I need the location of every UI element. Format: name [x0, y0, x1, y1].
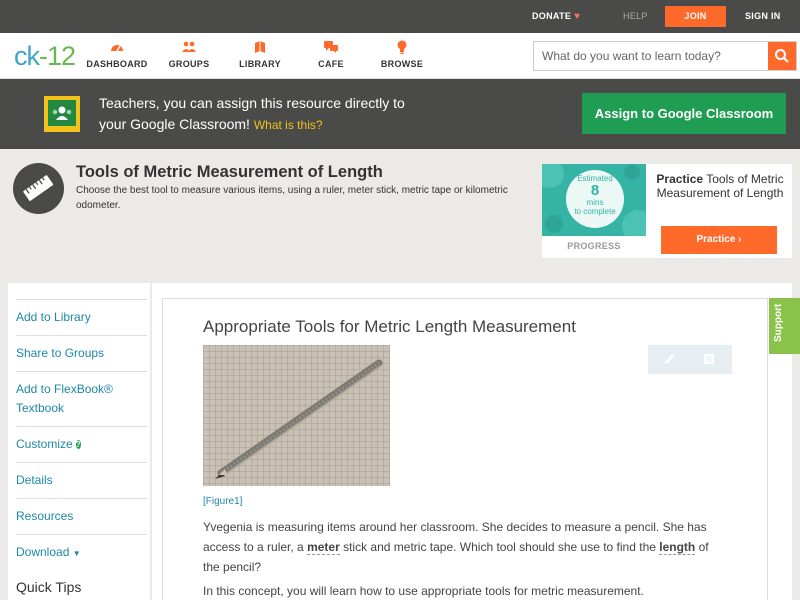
support-tab[interactable]: Support [769, 298, 800, 354]
what-is-this-link[interactable]: What is this? [254, 118, 323, 132]
caret-down-icon: ▼ [72, 549, 81, 558]
chat-icon [324, 41, 338, 53]
lesson-heading: Appropriate Tools for Metric Length Meas… [203, 317, 576, 336]
pencil-icon[interactable] [662, 352, 676, 366]
nav-dashboard[interactable]: DASHBOARD [82, 40, 152, 69]
ck12-logo[interactable]: ck-12 [14, 41, 76, 71]
gauge-icon [111, 45, 123, 52]
google-classroom-banner: Teachers, you can assign this resource d… [0, 79, 800, 149]
search-input[interactable] [534, 42, 768, 70]
lesson-paragraph: Yvegenia is measuring items around her c… [203, 520, 709, 574]
progress-label: PROGRESS [567, 241, 621, 251]
help-link[interactable]: HELP [623, 0, 648, 33]
progress-tile: Estimated 8 mins to complete PROGRESS [542, 164, 646, 258]
term-meter[interactable]: meter [307, 540, 340, 555]
donate-link[interactable]: DONATE ♥ [532, 0, 580, 33]
people-icon [182, 41, 196, 52]
assign-to-google-classroom-button[interactable]: Assign to Google Classroom [582, 93, 786, 134]
concept-header: Tools of Metric Measurement of Length Ch… [0, 149, 800, 269]
google-classroom-icon [44, 96, 80, 132]
sidebar-resources[interactable]: Resources [16, 498, 147, 534]
quick-tips-heading: Quick Tips [16, 579, 82, 595]
lesson-card: Appropriate Tools for Metric Length Meas… [162, 298, 768, 600]
notes-icon[interactable] [702, 352, 716, 366]
concept-description: Choose the best tool to measure various … [76, 185, 508, 211]
nav-browse[interactable]: BROWSE [367, 40, 437, 69]
ruler-icon [13, 163, 64, 214]
concept-title: Tools of Metric Measurement of Length [76, 163, 383, 181]
sidebar-add-to-library[interactable]: Add to Library [16, 299, 147, 335]
classroom-message: Teachers, you can assign this resource d… [99, 95, 405, 132]
sidebar-download[interactable]: Download ▼ [16, 534, 147, 570]
help-icon[interactable]: ? [75, 440, 81, 449]
main-content: Appropriate Tools for Metric Length Meas… [152, 283, 792, 600]
sidebar-share-to-groups[interactable]: Share to Groups [16, 335, 147, 371]
estimated-time: Estimated 8 mins to complete [574, 174, 616, 216]
search-button[interactable] [768, 42, 796, 70]
practice-panel: Estimated 8 mins to complete PROGRESS Pr… [542, 164, 792, 258]
lesson-intro: In this concept, you will learn how to u… [203, 584, 644, 598]
nav-groups[interactable]: GROUPS [154, 40, 224, 69]
pencil-on-graph-paper-image[interactable] [203, 345, 390, 486]
sidebar-customize[interactable]: Customize? [16, 426, 147, 462]
lightbulb-icon [397, 40, 407, 54]
search-icon [775, 49, 789, 63]
join-button[interactable]: JOIN [665, 6, 726, 27]
sign-in-link[interactable]: SIGN IN [745, 0, 781, 33]
figure-caption[interactable]: [Figure1] [203, 496, 242, 507]
sidebar: Add to Library Share to Groups Add to Fl… [8, 283, 150, 600]
sidebar-details[interactable]: Details [16, 462, 147, 498]
main-nav: ck-12 DASHBOARD GROUPS LIBRARY CAFE BROW… [0, 33, 800, 79]
search-box [533, 41, 797, 71]
practice-button[interactable]: Practice › [661, 226, 777, 254]
term-length[interactable]: length [659, 540, 696, 555]
heart-icon: ♥ [574, 11, 581, 22]
nav-cafe[interactable]: CAFE [296, 40, 366, 69]
top-utility-bar: DONATE ♥ HELP JOIN SIGN IN [0, 0, 800, 33]
chevron-right-icon: › [738, 234, 742, 245]
sidebar-add-to-flexbook[interactable]: Add to FlexBook® Textbook [16, 371, 147, 426]
practice-title: Practice Tools of Metric Measurement of … [656, 172, 784, 200]
annotation-tools [648, 345, 732, 374]
nav-library[interactable]: LIBRARY [225, 40, 295, 69]
library-icon [255, 41, 265, 53]
